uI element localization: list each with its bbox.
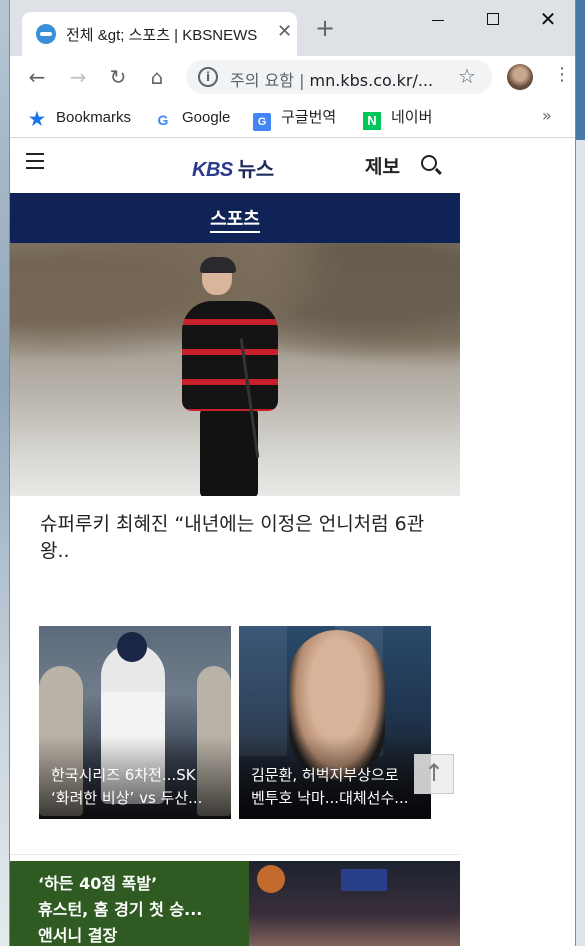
globe-icon [36, 24, 56, 44]
url-text: mn.kbs.co.kr/... [309, 71, 434, 90]
close-tab-icon[interactable]: ✕ [277, 21, 292, 42]
back-arrow-icon[interactable]: ← [24, 64, 50, 90]
card-caption: 김문환, 허벅지부상으로 벤투호 낙마...대체선수... [251, 764, 421, 810]
section-title[interactable]: 스포츠 [210, 209, 260, 233]
forward-arrow-icon[interactable]: → [65, 64, 91, 90]
bookmark-google-translate[interactable]: G 구글번역 [253, 107, 337, 131]
maximize-button[interactable] [472, 8, 512, 32]
section-bar: 스포츠 [10, 193, 460, 243]
security-label: 주의 요함 [230, 71, 294, 90]
divider [10, 854, 460, 855]
bookmark-naver[interactable]: N 네이버 [363, 107, 433, 130]
card-image [249, 861, 460, 946]
card-caption: 한국시리즈 6차전...SK ‘화려한 비상’ vs 두산... [51, 764, 221, 810]
tab-strip: 전체 &gt; 스포츠 | KBSNEWS ✕ + ✕ [10, 0, 575, 56]
bookmark-label: Google [182, 109, 231, 126]
naver-icon: N [363, 112, 381, 130]
golfer-cap [200, 257, 236, 273]
bookmark-star-icon[interactable]: ☆ [458, 64, 476, 88]
bookmark-label: 네이버 [391, 109, 433, 126]
logo-news-text: 뉴스 [237, 159, 274, 181]
report-button[interactable]: 제보 [365, 152, 400, 179]
browser-toolbar: ← → ↻ ⌂ i 주의 요함 | mn.kbs.co.kr/... ☆ ⋮ [10, 56, 575, 98]
browser-window: 전체 &gt; 스포츠 | KBSNEWS ✕ + ✕ ← → ↻ ⌂ i 주의… [9, 0, 576, 946]
bookmark-google[interactable]: G Google [154, 107, 231, 129]
reload-icon[interactable]: ↻ [105, 64, 131, 90]
bookmarks-bar: ★ Bookmarks G Google G 구글번역 N 네이버 » [10, 98, 575, 138]
card-headline: ‘하든 40점 폭발’ 휴스턴, 홈 경기 첫 승... 앤서니 결장 [38, 871, 238, 946]
hero-headline[interactable]: 슈퍼루키 최혜진 “내년에는 이정은 언니처럼 6관왕.. [40, 511, 425, 565]
new-tab-button[interactable]: + [315, 16, 335, 40]
home-icon[interactable]: ⌂ [144, 64, 170, 90]
scoreboard [341, 869, 387, 891]
minimize-button[interactable] [418, 8, 458, 32]
card-headline-line: ‘하든 40점 폭발’ [38, 874, 158, 893]
page-content: KBS 뉴스 제보 스포츠 슈퍼루키 최혜진 “내년에는 이정은 언니처럼 6관… [10, 139, 460, 946]
basketball [257, 865, 285, 893]
google-icon: G [157, 112, 169, 128]
card-caption-line: ‘화려한 비상’ vs 두산... [51, 789, 203, 807]
address-separator: | [299, 71, 305, 90]
card-caption-line: 벤투호 낙마...대체선수... [251, 789, 409, 807]
close-window-button[interactable]: ✕ [528, 8, 568, 32]
article-card-basketball[interactable]: ‘하든 40점 폭발’ 휴스턴, 홈 경기 첫 승... 앤서니 결장 [10, 861, 460, 946]
scroll-to-top-button[interactable]: ↑ [414, 754, 454, 794]
bookmark-bookmarks[interactable]: ★ Bookmarks [28, 107, 131, 129]
article-card-football[interactable]: 김문환, 허벅지부상으로 벤투호 낙마...대체선수... [239, 626, 431, 819]
golfer-legs [200, 408, 258, 496]
address-text[interactable]: 주의 요함 | mn.kbs.co.kr/... [230, 67, 433, 91]
address-bar[interactable]: i 주의 요함 | mn.kbs.co.kr/... ☆ [186, 60, 492, 94]
tab-title: 전체 &gt; 스포츠 | KBSNEWS [66, 27, 258, 44]
bookmarks-overflow-icon[interactable]: » [542, 106, 552, 125]
translate-icon: G [253, 113, 271, 131]
card-headline-line: 앤서니 결장 [38, 926, 118, 945]
search-icon[interactable] [421, 155, 437, 171]
logo-kbs-text: KBS [192, 159, 233, 181]
page-margin [460, 139, 575, 946]
kbs-news-logo[interactable]: KBS 뉴스 [192, 153, 274, 182]
player-cap [117, 632, 147, 662]
golfer-torso [182, 301, 278, 411]
bookmark-label: 구글번역 [281, 109, 337, 126]
info-icon[interactable]: i [198, 67, 218, 87]
profile-avatar[interactable] [507, 64, 533, 90]
article-card-baseball[interactable]: 한국시리즈 6차전...SK ‘화려한 비상’ vs 두산... [39, 626, 231, 819]
card-headline-line: 휴스턴, 홈 경기 첫 승... [38, 900, 203, 919]
desktop-background-right [575, 140, 585, 946]
tab-active[interactable]: 전체 &gt; 스포츠 | KBSNEWS ✕ [22, 12, 297, 56]
menu-dots-icon[interactable]: ⋮ [553, 64, 571, 85]
site-header: KBS 뉴스 제보 [10, 139, 460, 193]
card-caption-line: 김문환, 허벅지부상으로 [251, 766, 399, 784]
card-caption-line: 한국시리즈 6차전...SK [51, 766, 196, 784]
desktop-background-left [0, 0, 9, 946]
hamburger-menu-icon[interactable] [26, 153, 44, 169]
desktop-background-right-top [575, 0, 585, 140]
bookmark-label: Bookmarks [56, 109, 132, 126]
star-icon: ★ [28, 109, 46, 129]
hero-image[interactable] [10, 243, 460, 496]
